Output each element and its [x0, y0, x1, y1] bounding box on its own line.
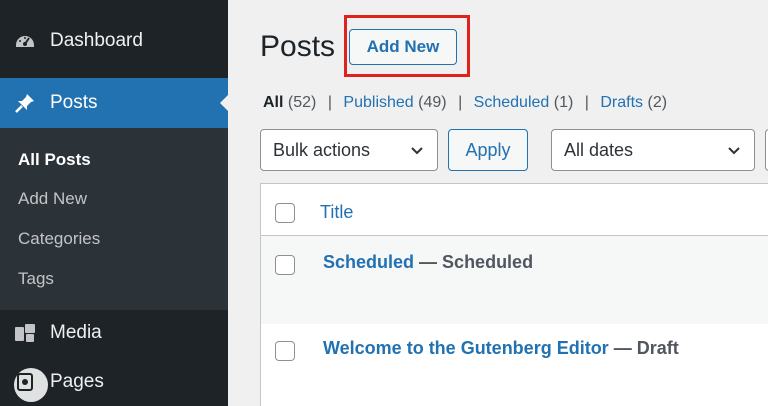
sidebar-item-label: Media [50, 322, 102, 343]
sidebar-item-dashboard[interactable]: Dashboard [0, 22, 228, 60]
main-content: Posts Add New All (52) | Published (49) … [228, 0, 768, 406]
admin-sidebar: Dashboard Posts All Posts Add New Catego… [0, 0, 228, 406]
chevron-down-icon [726, 143, 742, 164]
filter-published-count: (49) [418, 94, 447, 111]
media-icon [14, 322, 36, 344]
filter-scheduled[interactable]: Scheduled [474, 94, 550, 111]
filter-scheduled-count: (1) [553, 94, 574, 111]
post-title-link[interactable]: Welcome to the Gutenberg Editor [323, 338, 609, 358]
bulk-actions-value: Bulk actions [273, 139, 371, 160]
status-filter-links: All (52) | Published (49) | Scheduled (1… [263, 94, 667, 112]
sidebar-item-pages[interactable]: Pages [0, 362, 228, 402]
filter-drafts-count: (2) [647, 94, 668, 111]
filter-drafts[interactable]: Drafts [600, 94, 643, 111]
table-row: Scheduled — Scheduled [261, 236, 768, 324]
post-title-link[interactable]: Scheduled [323, 252, 414, 272]
filter-separator: | [327, 94, 332, 111]
filter-published[interactable]: Published [343, 94, 413, 111]
row-title: Welcome to the Gutenberg Editor — Draft [323, 338, 679, 359]
filter-all[interactable]: All [263, 94, 283, 111]
apply-button[interactable]: Apply [448, 129, 528, 171]
sidebar-item-label: Pages [50, 371, 104, 392]
dates-filter-select[interactable]: All dates [551, 129, 755, 171]
row-title: Scheduled — Scheduled [323, 252, 533, 273]
posts-submenu: All Posts Add New Categories Tags [0, 128, 228, 310]
dates-filter-value: All dates [564, 139, 634, 160]
add-new-button[interactable]: Add New [349, 29, 457, 65]
pushpin-icon [14, 92, 36, 114]
pages-icon [14, 371, 36, 393]
chevron-down-icon [409, 143, 425, 164]
row-checkbox[interactable] [275, 341, 295, 361]
bulk-actions-select[interactable]: Bulk actions [260, 129, 438, 171]
table-header: Title [261, 184, 768, 236]
current-menu-arrow [220, 95, 228, 111]
filter-all-count: (52) [287, 94, 317, 111]
column-title-header[interactable]: Title [320, 202, 353, 223]
submenu-all-posts[interactable]: All Posts [18, 150, 91, 170]
sidebar-item-label: Posts [50, 92, 98, 113]
post-state: — Scheduled [419, 252, 534, 272]
submenu-add-new[interactable]: Add New [18, 189, 87, 209]
select-all-checkbox[interactable] [275, 203, 295, 223]
filter-separator: | [584, 94, 589, 111]
sidebar-item-media[interactable]: Media [0, 314, 228, 352]
filter-separator: | [458, 94, 463, 111]
submenu-tags[interactable]: Tags [18, 269, 54, 289]
row-checkbox[interactable] [275, 255, 295, 275]
sidebar-item-posts[interactable]: Posts [0, 78, 228, 128]
posts-table: Title Scheduled — Scheduled Welcome to t… [260, 183, 768, 406]
sidebar-item-label: Dashboard [50, 30, 143, 51]
page-title: Posts [260, 30, 336, 63]
submenu-categories[interactable]: Categories [18, 229, 100, 249]
table-row: Welcome to the Gutenberg Editor — Draft [261, 324, 768, 406]
post-state: — Draft [613, 338, 679, 358]
dashboard-icon [14, 30, 36, 52]
